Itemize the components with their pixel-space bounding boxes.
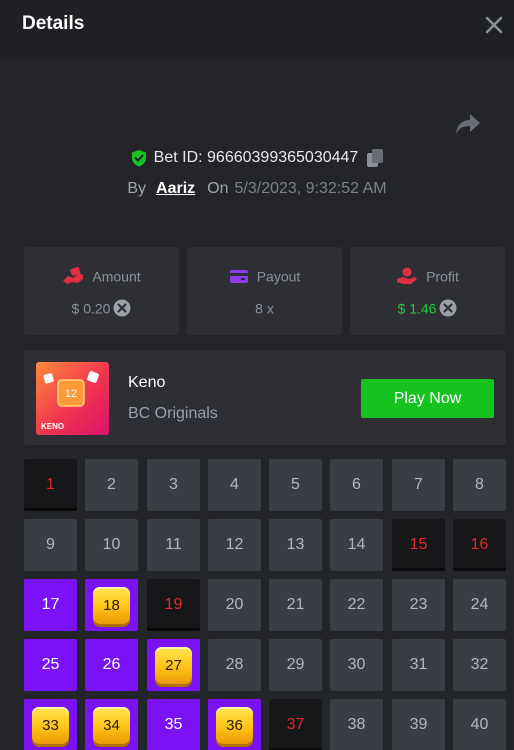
stat-payout: Payout 8 x — [187, 247, 342, 335]
keno-tile[interactable]: 28 — [208, 639, 261, 691]
gem-icon: 33 — [32, 707, 69, 744]
bet-id-row: Bet ID: 96660399365030447 — [0, 148, 514, 174]
keno-tile[interactable]: 9 — [24, 519, 77, 571]
keno-tile[interactable]: 27 — [147, 639, 200, 691]
currency-icon — [439, 299, 457, 317]
gem-icon: 27 — [155, 647, 192, 684]
keno-thumb-number: 12 — [65, 388, 77, 400]
keno-tile[interactable]: 10 — [85, 519, 138, 571]
bet-id-label: Bet ID: — [153, 149, 203, 166]
keno-tile[interactable]: 20 — [208, 579, 261, 631]
profit-value: $ 1.46 — [397, 300, 437, 317]
on-label: On — [207, 180, 229, 197]
payout-icon — [229, 270, 248, 284]
currency-icon — [113, 299, 131, 317]
keno-tile[interactable]: 23 — [392, 579, 445, 631]
keno-tile[interactable]: 29 — [269, 639, 322, 691]
bet-date: 5/3/2023, 9:32:52 AM — [234, 180, 387, 197]
keno-tile[interactable]: 6 — [330, 459, 383, 511]
payout-value: 8 x — [255, 300, 274, 317]
bet-id-value: 96660399365030447 — [207, 149, 359, 166]
gem-icon: 18 — [93, 587, 130, 624]
close-icon[interactable] — [483, 14, 505, 36]
keno-tile[interactable]: 31 — [392, 639, 445, 691]
keno-tile[interactable]: 33 — [24, 699, 77, 750]
keno-tile[interactable]: 40 — [453, 699, 506, 750]
keno-tile[interactable]: 36 — [208, 699, 261, 750]
keno-tile[interactable]: 30 — [330, 639, 383, 691]
keno-tile-number: 34 — [103, 717, 120, 734]
amount-value: $ 0.20 — [71, 300, 111, 317]
keno-tile[interactable]: 3 — [147, 459, 200, 511]
gem-icon: 36 — [216, 707, 253, 744]
keno-game-thumbnail[interactable]: 12 KENO — [36, 362, 109, 435]
copy-icon[interactable] — [366, 148, 384, 168]
keno-tile-number: 33 — [42, 717, 59, 734]
keno-tile[interactable]: 18 — [85, 579, 138, 631]
keno-tile[interactable]: 37 — [269, 699, 322, 750]
keno-tile[interactable]: 15 — [392, 519, 445, 571]
game-provider: BC Originals — [128, 405, 218, 422]
verified-shield-icon — [131, 150, 146, 167]
bet-author-row: By Aariz On 5/3/2023, 9:32:52 AM — [0, 180, 514, 204]
keno-tile[interactable]: 1 — [24, 459, 77, 511]
by-label: By — [127, 180, 147, 197]
header-bar: Details — [0, 0, 514, 54]
stat-profit: Profit $ 1.46 — [350, 247, 505, 335]
stat-amount: Amount $ 0.20 — [24, 247, 179, 335]
keno-tile-number: 27 — [165, 657, 182, 674]
keno-thumb-label: KENO — [41, 422, 64, 431]
keno-tile[interactable]: 8 — [453, 459, 506, 511]
payout-label: Payout — [256, 268, 301, 285]
amount-icon — [63, 267, 84, 285]
keno-tile[interactable]: 4 — [208, 459, 261, 511]
keno-tile[interactable]: 32 — [453, 639, 506, 691]
keno-tile[interactable]: 5 — [269, 459, 322, 511]
keno-tile[interactable]: 35 — [147, 699, 200, 750]
keno-tile-number: 18 — [103, 597, 120, 614]
keno-tile-number: 36 — [226, 717, 243, 734]
keno-tile[interactable]: 26 — [85, 639, 138, 691]
keno-tile[interactable]: 19 — [147, 579, 200, 631]
play-now-button[interactable]: Play Now — [361, 379, 494, 418]
keno-tile[interactable]: 7 — [392, 459, 445, 511]
keno-tile[interactable]: 13 — [269, 519, 322, 571]
keno-tile[interactable]: 24 — [453, 579, 506, 631]
keno-tile[interactable]: 34 — [85, 699, 138, 750]
keno-tile[interactable]: 39 — [392, 699, 445, 750]
game-card: 12 KENO Keno BC Originals Play Now — [24, 350, 506, 445]
keno-tile[interactable]: 12 — [208, 519, 261, 571]
keno-tile[interactable]: 38 — [330, 699, 383, 750]
keno-tile[interactable]: 11 — [147, 519, 200, 571]
keno-tile[interactable]: 17 — [24, 579, 77, 631]
keno-tile[interactable]: 21 — [269, 579, 322, 631]
profit-icon — [397, 267, 418, 285]
keno-tile[interactable]: 2 — [85, 459, 138, 511]
share-icon[interactable] — [455, 112, 481, 136]
profit-label: Profit — [426, 268, 459, 285]
keno-tile[interactable]: 14 — [330, 519, 383, 571]
keno-tile[interactable]: 16 — [453, 519, 506, 571]
page-title: Details — [22, 13, 85, 34]
keno-tile[interactable]: 22 — [330, 579, 383, 631]
username-link[interactable]: Aariz — [156, 180, 195, 197]
game-name: Keno — [128, 374, 166, 391]
keno-tile[interactable]: 25 — [24, 639, 77, 691]
amount-label: Amount — [92, 268, 141, 285]
gem-icon: 34 — [93, 707, 130, 744]
